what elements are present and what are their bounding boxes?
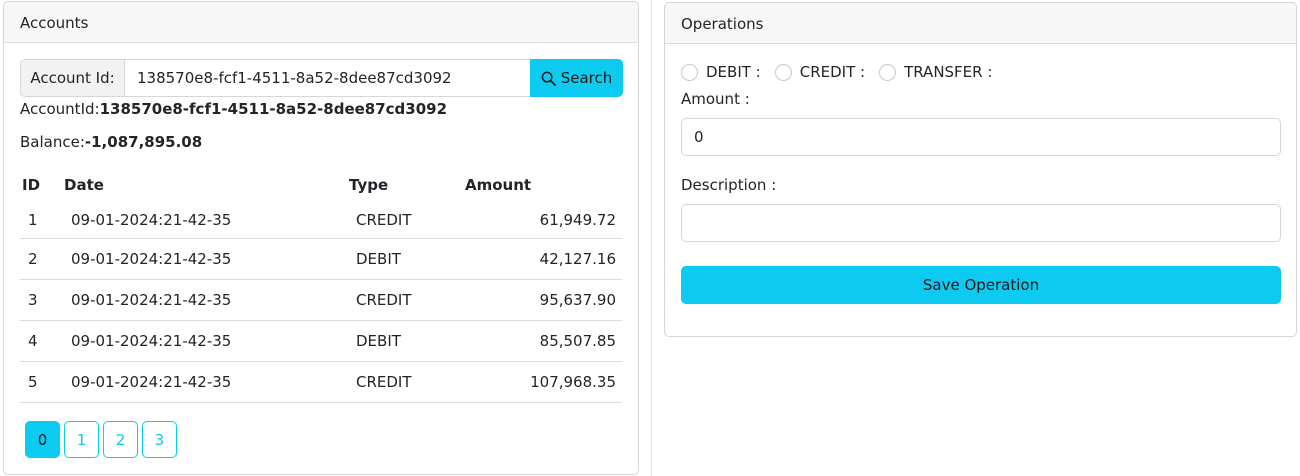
radio-credit-label: CREDIT : bbox=[799, 63, 866, 81]
description-input[interactable] bbox=[681, 204, 1281, 242]
table-row: 5 09-01-2024:21-42-35 CREDIT 107,968.35 bbox=[20, 361, 622, 403]
transactions-table: ID Date Type Amount 1 09-01-2024:21-42-3… bbox=[20, 168, 622, 403]
cell-type: CREDIT bbox=[347, 361, 463, 403]
cell-amount: 95,637.90 bbox=[463, 279, 622, 321]
save-operation-button[interactable]: Save Operation bbox=[681, 266, 1281, 304]
cell-id: 2 bbox=[20, 238, 62, 280]
accounts-header: Accounts bbox=[4, 2, 638, 43]
account-id-value: 138570e8-fcf1-4511-8a52-8dee87cd3092 bbox=[99, 100, 448, 118]
cell-id: 4 bbox=[20, 320, 62, 362]
radio-transfer-circle[interactable] bbox=[879, 63, 897, 81]
cell-amount: 85,507.85 bbox=[463, 320, 622, 362]
radio-debit-circle[interactable] bbox=[681, 63, 698, 81]
cell-amount: 107,968.35 bbox=[463, 361, 622, 403]
cell-amount: 61,949.72 bbox=[463, 202, 622, 239]
column-header-date: Date bbox=[64, 176, 104, 194]
cell-amount: 42,127.16 bbox=[463, 238, 622, 280]
radio-credit-circle[interactable] bbox=[774, 63, 792, 81]
balance-label: Balance: bbox=[20, 133, 85, 151]
column-header-amount: Amount bbox=[465, 176, 532, 194]
table-row: 3 09-01-2024:21-42-35 CREDIT 95,637.90 bbox=[20, 279, 622, 321]
search-icon bbox=[541, 71, 556, 86]
account-id-input[interactable] bbox=[125, 59, 530, 97]
search-button[interactable]: Search bbox=[530, 59, 623, 97]
column-divider bbox=[651, 0, 652, 476]
account-search-group: Account Id: Search bbox=[20, 59, 623, 97]
table-row: 1 09-01-2024:21-42-35 CREDIT 61,949.72 bbox=[20, 202, 622, 239]
cell-type: CREDIT bbox=[347, 279, 463, 321]
account-id-line: AccountId:138570e8-fcf1-4511-8a52-8dee87… bbox=[20, 100, 447, 118]
cell-id: 1 bbox=[20, 202, 62, 239]
balance-line: Balance:-1,087,895.08 bbox=[20, 133, 202, 151]
amount-input[interactable] bbox=[681, 118, 1281, 156]
cell-type: DEBIT bbox=[347, 320, 463, 362]
page-button-0[interactable]: 0 bbox=[25, 421, 60, 458]
pagination: 0 1 2 3 bbox=[25, 421, 177, 458]
page-button-1[interactable]: 1 bbox=[64, 421, 99, 458]
radio-transfer[interactable]: TRANSFER : bbox=[879, 63, 992, 81]
cell-date: 09-01-2024:21-42-35 bbox=[62, 202, 347, 239]
cell-date: 09-01-2024:21-42-35 bbox=[62, 361, 347, 403]
cell-date: 09-01-2024:21-42-35 bbox=[62, 279, 347, 321]
page-button-2[interactable]: 2 bbox=[103, 421, 138, 458]
radio-transfer-label: TRANSFER : bbox=[904, 63, 993, 81]
accounts-card: Accounts Account Id: Search AccountId:13… bbox=[3, 1, 639, 475]
cell-id: 5 bbox=[20, 361, 62, 403]
radio-debit[interactable]: DEBIT : bbox=[681, 63, 761, 81]
operation-type-radios: DEBIT : CREDIT : TRANSFER : bbox=[681, 63, 1006, 81]
column-header-id: ID bbox=[22, 176, 41, 194]
cell-id: 3 bbox=[20, 279, 62, 321]
cell-date: 09-01-2024:21-42-35 bbox=[62, 320, 347, 362]
account-id-line-label: AccountId: bbox=[20, 100, 100, 118]
account-id-label: Account Id: bbox=[20, 59, 125, 97]
column-header-type: Type bbox=[349, 176, 389, 194]
radio-debit-label: DEBIT : bbox=[706, 63, 761, 81]
search-button-label: Search bbox=[560, 69, 613, 87]
radio-credit[interactable]: CREDIT : bbox=[774, 63, 866, 81]
operations-header: Operations bbox=[665, 3, 1296, 44]
table-header-row: ID Date Type Amount bbox=[20, 168, 622, 202]
table-row: 2 09-01-2024:21-42-35 DEBIT 42,127.16 bbox=[20, 238, 622, 280]
cell-type: DEBIT bbox=[347, 238, 463, 280]
table-row: 4 09-01-2024:21-42-35 DEBIT 85,507.85 bbox=[20, 320, 622, 362]
cell-date: 09-01-2024:21-42-35 bbox=[62, 238, 347, 280]
page-button-3[interactable]: 3 bbox=[142, 421, 177, 458]
description-label: Description : bbox=[681, 176, 777, 194]
cell-type: CREDIT bbox=[347, 202, 463, 239]
balance-value: -1,087,895.08 bbox=[84, 133, 203, 151]
amount-label: Amount : bbox=[681, 90, 750, 108]
operations-card: Operations DEBIT : CREDIT : TRANSFER : A… bbox=[664, 2, 1297, 337]
